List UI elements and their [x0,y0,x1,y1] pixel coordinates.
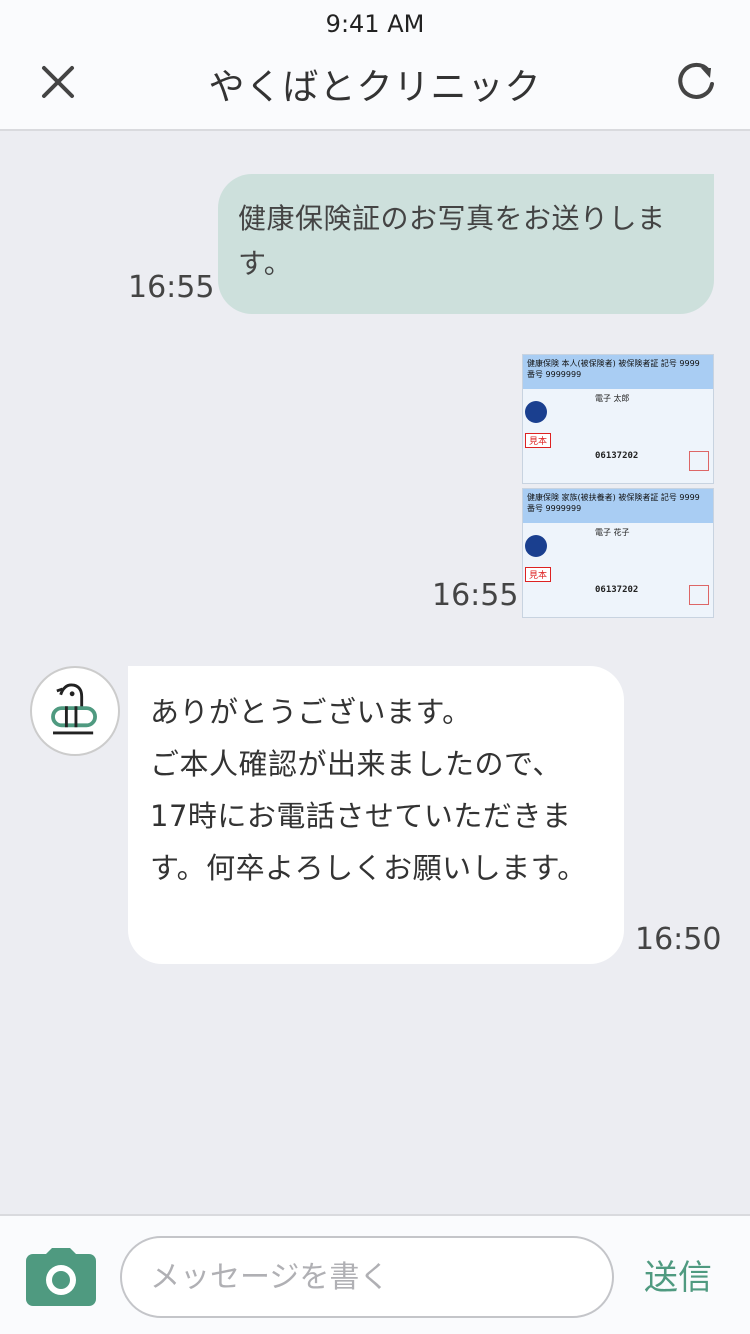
insurance-card-dependent: 健康保険 家族(被扶養者) 被保険者証 記号 9999 番号 9999999 電… [522,488,714,618]
card-holder-name: 電子 太郎 [595,394,630,403]
sample-stamp: 見本 [525,433,552,448]
camera-icon[interactable] [26,1248,96,1306]
page-title: やくばとクリニック [208,67,542,108]
message-input[interactable] [120,1236,614,1318]
incoming-message-bubble: ありがとうございます。 ご本人確認が出来ましたので、 17時にお電話させていただ… [128,666,624,964]
insurance-card-principal: 健康保険 本人(被保険者) 被保険者証 記号 9999 番号 9999999 電… [522,354,714,484]
refresh-icon[interactable] [672,58,720,106]
message-timestamp: 16:50 [635,922,722,957]
seal-icon [689,585,709,605]
bird-logo-icon [51,683,97,735]
nav-bar: やくばとクリニック [0,46,750,131]
insurer-logo-icon [525,401,547,423]
seal-icon [689,451,709,471]
send-button[interactable]: 送信 [644,1250,712,1299]
message-timestamp: 16:55 [432,578,519,613]
status-time: 9:41 AM [325,10,425,38]
chat-thread[interactable]: 健康保険証のお写真をお送りします。 16:55 健康保険 本人(被保険者) 被保… [0,132,750,1214]
message-timestamp: 16:55 [128,270,215,305]
insurance-card-image[interactable]: 健康保険 本人(被保険者) 被保険者証 記号 9999 番号 9999999 電… [522,354,714,620]
status-bar: 9:41 AM [0,0,750,46]
sample-stamp: 見本 [525,567,552,582]
insurer-logo-icon [525,535,547,557]
clinic-avatar [30,666,120,756]
insurer-number: 06137202 [595,585,639,595]
card-holder-name: 電子 花子 [595,528,630,537]
message-text: 健康保険証のお写真をお送りします。 [238,202,666,280]
card-header: 健康保険 本人(被保険者) 被保険者証 記号 9999 番号 9999999 [523,355,713,389]
composer-bar: 送信 [0,1214,750,1334]
insurer-number: 06137202 [595,451,639,461]
card-header: 健康保険 家族(被扶養者) 被保険者証 記号 9999 番号 9999999 [523,489,713,523]
outgoing-message-bubble: 健康保険証のお写真をお送りします。 [218,174,714,314]
